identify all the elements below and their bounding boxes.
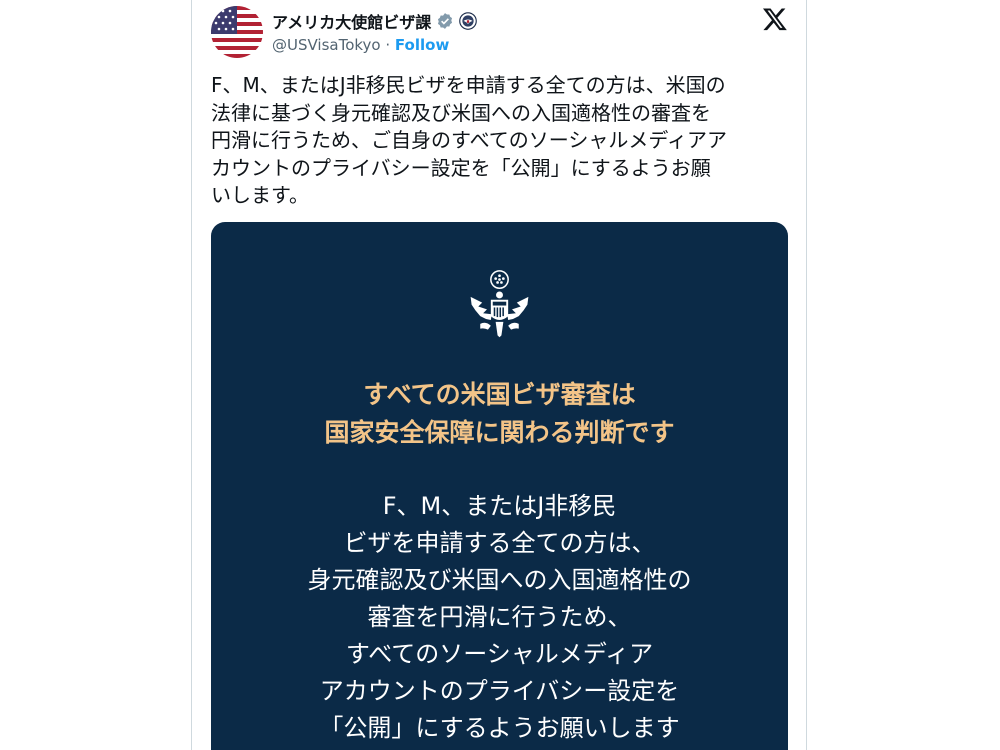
verified-badge-icon[interactable]	[436, 12, 454, 30]
media-body: F、M、またはJ非移民 ビザを申請する全ての方は、 身元確認及び米国への入国適格…	[211, 488, 788, 747]
tweet-text-line: 円滑に行うため、ご自身のすべてのソーシャルメディアア	[211, 128, 727, 152]
author-display-name[interactable]: アメリカ大使館ビザ課	[272, 9, 431, 33]
media-headline-line: 国家安全保障に関わる判断です	[324, 418, 675, 447]
media-body-line: 「公開」にするようお願いします	[319, 714, 680, 742]
media-body-line: 審査を円滑に行うため、	[367, 603, 632, 631]
media-headline-line: すべての米国ビザ審査は	[363, 380, 636, 409]
tweet-text-line: カウントのプライバシー設定を「公開」にするようお願	[211, 155, 711, 180]
tweet-media-image[interactable]: すべての米国ビザ審査は 国家安全保障に関わる判断です F、M、またはJ非移民 ビ…	[211, 222, 788, 750]
tweet-card: アメリカ大使館ビザ課 @USVisaTokyo · Follow F、M、または…	[191, 0, 807, 750]
great-seal-eagle-icon	[470, 270, 529, 338]
follow-button[interactable]: Follow	[395, 36, 449, 54]
media-body-line: F、M、またはJ非移民	[382, 492, 617, 520]
media-headline: すべての米国ビザ審査は 国家安全保障に関わる判断です	[211, 376, 788, 452]
separator-dot: ·	[380, 36, 395, 54]
media-body-line: 身元確認及び米国への入国適格性の	[307, 566, 692, 594]
media-body-line: アカウントのプライバシー設定を	[319, 677, 680, 705]
state-department-seal-icon[interactable]	[459, 12, 478, 30]
tweet-text: F、M、またはJ非移民ビザを申請する全ての方は、米国の 法律に基づく身元確認及び…	[211, 72, 791, 210]
profile-avatar[interactable]	[211, 6, 263, 58]
tweet-text-line: F、M、またはJ非移民ビザを申請する全ての方は、米国の	[211, 73, 726, 97]
media-body-line: すべてのソーシャルメディア	[345, 640, 654, 668]
author-handle[interactable]: @USVisaTokyo	[272, 36, 381, 54]
author-name-row: アメリカ大使館ビザ課	[272, 9, 478, 33]
tweet-text-line: いします。	[211, 183, 309, 207]
handle-row: @USVisaTokyo · Follow	[272, 36, 449, 54]
media-body-line: ビザを申請する全ての方は、	[343, 529, 656, 557]
tweet-text-line: 法律に基づく身元確認及び米国への入国適格性の審査を	[211, 100, 711, 125]
x-logo-icon[interactable]	[762, 6, 788, 32]
us-flag-avatar-icon	[211, 6, 263, 58]
